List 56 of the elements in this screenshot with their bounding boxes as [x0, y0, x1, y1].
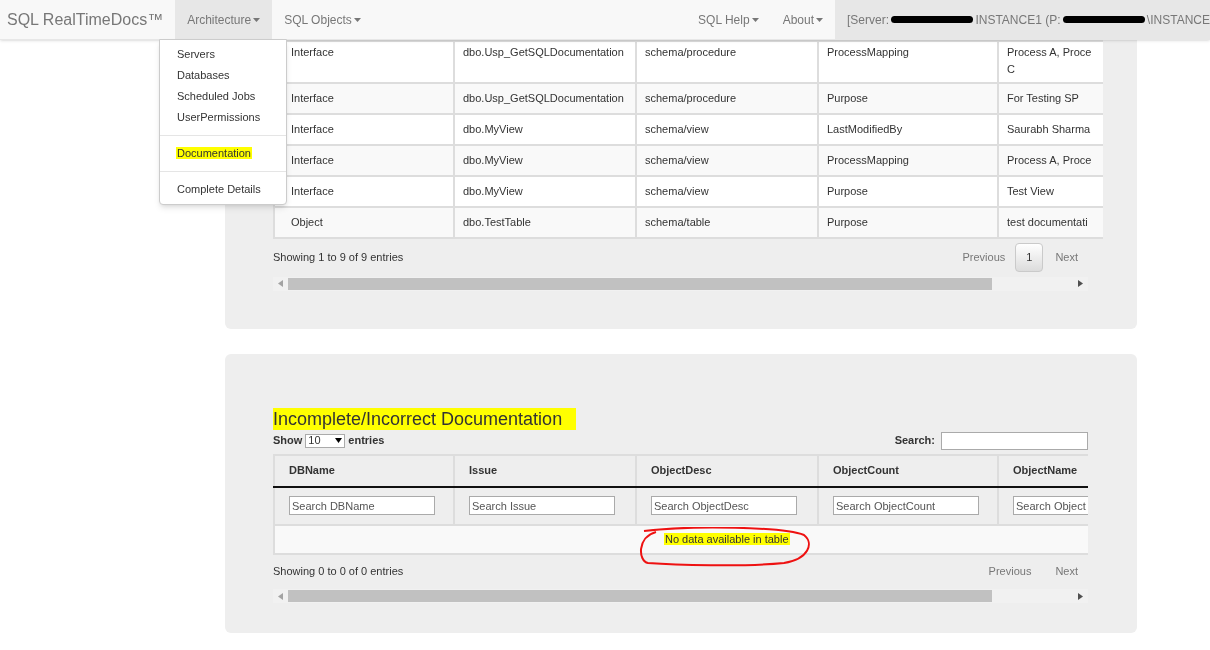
brand-link[interactable]: SQL RealTimeDocs™ [0, 0, 171, 39]
scroll-left-icon[interactable] [278, 592, 283, 600]
menu-item[interactable]: Databases [176, 69, 231, 81]
entries-info: Showing 0 to 0 of 0 entries [273, 563, 404, 579]
entries-label: entries [348, 433, 385, 449]
table-cell: schema/table [636, 207, 818, 238]
table-cell: schema/procedure [636, 41, 818, 83]
column-search-field[interactable]: Search Object [1013, 496, 1088, 515]
scroll-right-icon[interactable] [1078, 280, 1083, 287]
scroll-right-icon[interactable] [1078, 592, 1083, 600]
menu-item[interactable]: Scheduled Jobs [176, 90, 257, 102]
caret-icon [816, 17, 823, 22]
empty-table-message: No data available in table [664, 533, 790, 545]
menu-item[interactable]: Servers [176, 48, 216, 60]
previous-link[interactable]: Previous [954, 249, 1014, 266]
table-cell: dbo.Usp_GetSQLDocumentation [454, 41, 636, 83]
column-search-field[interactable]: Search ObjectCount [833, 496, 979, 515]
nav-menu[interactable]: SQL Objects [272, 0, 373, 39]
column-header[interactable]: ObjectCount [818, 454, 998, 487]
previous-link[interactable]: Previous [988, 562, 1032, 579]
caret-icon [253, 17, 261, 22]
column-search-field[interactable]: Search Issue [469, 496, 615, 515]
column-header[interactable]: Issue [454, 454, 636, 487]
next-link[interactable]: Next [1055, 562, 1078, 579]
menu-item[interactable]: Documentation [176, 147, 252, 159]
page-button[interactable]: 1 [1015, 243, 1044, 272]
caret-icon [751, 17, 759, 22]
show-label: Show [273, 433, 303, 449]
server-text: [Server: [847, 11, 889, 29]
table-cell: dbo.TestTable [454, 207, 636, 238]
column-header[interactable]: ObjectDesc [636, 454, 818, 487]
caret-icon [353, 17, 361, 22]
page-size-select[interactable]: 10 [305, 433, 346, 448]
server-text: \INSTANCE [1146, 11, 1210, 29]
search-label: Search: [894, 433, 935, 449]
next-link[interactable]: Next [1045, 249, 1088, 266]
nav-menu[interactable]: About [770, 0, 835, 39]
entries-info: Showing 1 to 9 of 9 entries [273, 250, 404, 265]
column-search-field[interactable]: Search ObjectDesc [651, 496, 797, 515]
scrollbar-thumb[interactable] [288, 277, 992, 290]
table-cell: Object [274, 207, 454, 238]
table-cell: Purpose [818, 207, 998, 238]
section-title: Incomplete/Incorrect Documentation [273, 407, 577, 430]
menu-item[interactable]: Complete Details [176, 183, 262, 195]
menu-item[interactable]: UserPermissions [176, 111, 262, 123]
nav-menu[interactable]: SQL Help [686, 0, 771, 39]
table-cell: ProcessMapping [818, 41, 998, 83]
server-text: INSTANCE1 (P: [975, 11, 1061, 29]
column-header[interactable]: DBName [274, 454, 454, 487]
nav-menu[interactable]: Architecture [175, 0, 273, 39]
scroll-left-icon[interactable] [278, 280, 283, 287]
column-search-field[interactable]: Search DBName [289, 496, 435, 515]
search-field[interactable] [941, 431, 1088, 450]
scrollbar-thumb[interactable] [288, 590, 992, 602]
column-header[interactable]: ObjectName [998, 454, 1088, 487]
caret-icon [335, 438, 343, 443]
